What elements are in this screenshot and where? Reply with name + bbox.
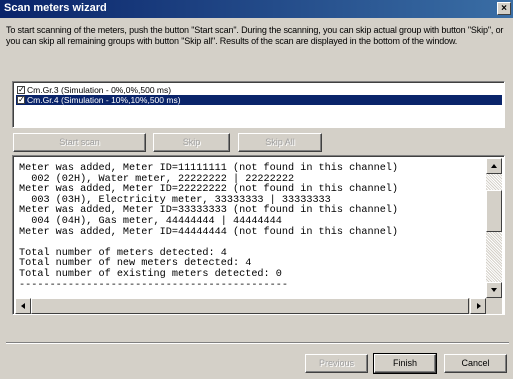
skip-button[interactable]: Skip — [153, 133, 230, 152]
footer-separator — [6, 342, 509, 344]
arrow-left-icon — [21, 303, 25, 309]
group-label: Cm.Gr.4 (Simulation - 10%,10%,500 ms) — [27, 95, 181, 105]
arrow-down-icon — [491, 288, 497, 292]
vertical-scrollbar[interactable] — [486, 158, 502, 298]
log-line: Total number of existing meters detected… — [19, 268, 282, 280]
arrow-right-icon — [477, 303, 481, 309]
horizontal-scrollbar[interactable] — [15, 298, 486, 314]
group-label: Cm.Gr.3 (Simulation - 0%,0%,500 ms) — [27, 85, 172, 95]
start-scan-button[interactable]: Start scan — [13, 133, 146, 152]
scroll-down-button[interactable] — [486, 282, 502, 298]
close-button[interactable]: × — [497, 2, 511, 15]
log-line: Meter was added, Meter ID=44444444 (not … — [19, 226, 399, 238]
skip-all-button[interactable]: Skip All — [238, 133, 322, 152]
group-item-selected[interactable]: ✓ Cm.Gr.4 (Simulation - 10%,10%,500 ms) — [16, 95, 502, 105]
checkbox-icon[interactable]: ✓ — [17, 86, 25, 94]
horizontal-scroll-thumb[interactable] — [31, 298, 469, 314]
scan-log[interactable]: Meter was added, Meter ID=11111111 (not … — [12, 155, 505, 315]
groups-list[interactable]: ✓ Cm.Gr.3 (Simulation - 0%,0%,500 ms) ✓ … — [12, 81, 505, 128]
arrow-up-icon — [491, 164, 497, 168]
scroll-right-button[interactable] — [470, 298, 486, 314]
instructions-text: To start scanning of the meters, push th… — [6, 25, 504, 46]
scroll-up-button[interactable] — [486, 158, 502, 174]
log-line: Meter was added, Meter ID=11111111 (not … — [19, 163, 399, 174]
finish-button[interactable]: Finish — [373, 353, 437, 374]
cancel-button[interactable]: Cancel — [444, 354, 507, 373]
title-bar: Scan meters wizard × — [0, 0, 513, 18]
scan-log-content: Meter was added, Meter ID=11111111 (not … — [19, 163, 485, 291]
vertical-scroll-thumb[interactable] — [486, 190, 502, 232]
scrollbar-corner — [486, 298, 502, 314]
window-title: Scan meters wizard — [4, 2, 107, 14]
previous-button[interactable]: Previous — [305, 354, 368, 373]
checkbox-icon[interactable]: ✓ — [17, 96, 25, 104]
scroll-left-button[interactable] — [15, 298, 31, 314]
close-icon: × — [501, 3, 507, 14]
log-line: ----------------------------------------… — [19, 279, 288, 291]
log-line: 004 (04H), Gas meter, 44444444 | 4444444… — [19, 215, 282, 227]
